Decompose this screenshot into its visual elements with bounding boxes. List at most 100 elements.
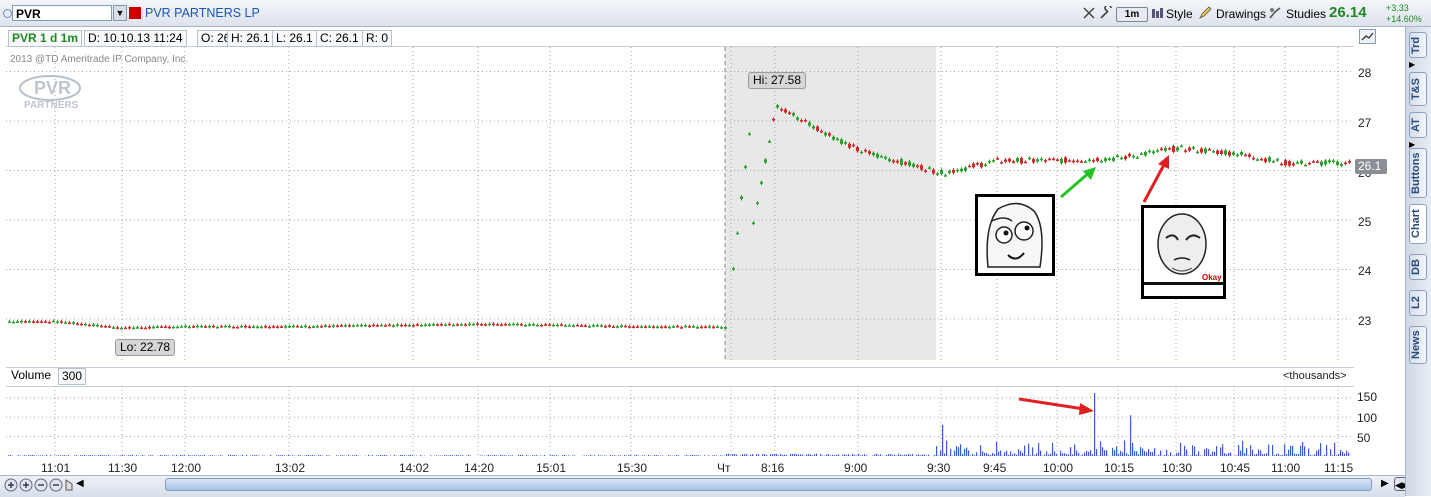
tab-buttons[interactable]: Buttons	[1409, 148, 1427, 198]
price-tick: 23	[1358, 314, 1371, 328]
drawings-button[interactable]: Drawings	[1212, 5, 1270, 24]
tab-ts[interactable]: T&S	[1409, 72, 1427, 106]
low-label: Lo: 22.78	[115, 339, 175, 356]
wrench-icon[interactable]	[1099, 6, 1113, 20]
chart-settings-icon[interactable]	[1359, 29, 1376, 44]
side-arrow-icon[interactable]: ▶	[1409, 60, 1415, 69]
time-tick: 11:00	[1271, 461, 1300, 475]
candle	[1224, 150, 1227, 154]
volume-bar	[130, 455, 131, 456]
volume-bar	[1196, 455, 1197, 456]
volume-bar	[1278, 454, 1279, 456]
tab-at[interactable]: AT	[1409, 112, 1427, 138]
volume-bar	[676, 455, 677, 456]
tab-chart[interactable]: Chart	[1409, 204, 1427, 244]
settings-scissors-icon[interactable]	[1082, 6, 1096, 20]
candle	[112, 327, 115, 329]
candle	[1232, 152, 1235, 154]
tab-trd[interactable]: Trd	[1409, 32, 1427, 58]
volume-bar	[500, 455, 501, 456]
volume-bar	[1256, 454, 1257, 456]
candle	[484, 324, 487, 326]
scroll-thumb[interactable]	[165, 478, 1372, 491]
volume-bar	[712, 455, 713, 456]
candle	[580, 325, 583, 327]
volume-length[interactable]: 300	[58, 368, 86, 385]
volume-bar	[306, 455, 307, 456]
candle	[204, 326, 207, 328]
volume-bar	[554, 455, 555, 456]
volume-bar	[1142, 448, 1143, 456]
link-dot-icon[interactable]	[3, 9, 12, 18]
volume-bar	[82, 455, 83, 456]
volume-bar	[1224, 453, 1225, 456]
zoom-controls[interactable]	[4, 478, 74, 495]
candle	[1284, 160, 1287, 165]
scroll-right-icon[interactable]: ▶	[1381, 478, 1389, 489]
volume-bar	[1078, 453, 1079, 456]
volume-bar	[1006, 451, 1007, 456]
style-button[interactable]: Style	[1162, 5, 1197, 24]
scroll-left-icon[interactable]: ◀	[76, 478, 84, 489]
volume-header	[6, 367, 1354, 387]
candle	[1124, 156, 1127, 159]
volume-bar	[1254, 455, 1255, 456]
candle	[772, 119, 775, 121]
volume-bar	[794, 454, 795, 456]
candle	[824, 133, 827, 136]
symbol-input[interactable]: PVR	[12, 5, 112, 21]
volume-bar	[1024, 446, 1025, 456]
interval-button[interactable]: 1m	[1116, 7, 1148, 22]
candle	[328, 326, 331, 328]
volume-bar	[746, 454, 747, 456]
volume-bar	[822, 455, 823, 456]
volume-bar	[1020, 451, 1021, 456]
candle	[1136, 157, 1139, 159]
candle	[1348, 161, 1351, 163]
flag-icon[interactable]	[129, 7, 141, 19]
volume-bar	[1190, 455, 1191, 456]
studies-button[interactable]: Studies	[1282, 5, 1330, 24]
volume-label[interactable]: Volume	[8, 368, 54, 383]
volume-bar	[1052, 443, 1053, 456]
volume-bar	[1016, 455, 1017, 456]
volume-bar	[210, 455, 211, 456]
price-chart[interactable]	[6, 47, 1354, 360]
time-tick: 9:30	[927, 461, 950, 475]
volume-bar	[1244, 453, 1245, 456]
volume-bar	[88, 455, 89, 456]
candle	[640, 326, 643, 328]
candle	[312, 326, 315, 328]
candle	[252, 326, 255, 328]
candle	[924, 171, 927, 173]
volume-bar	[1040, 451, 1041, 456]
candle	[1212, 151, 1215, 153]
volume-bar	[1228, 453, 1229, 456]
volume-bar	[1344, 454, 1345, 456]
volume-bar	[854, 455, 855, 456]
volume-chart[interactable]	[6, 386, 1354, 458]
chart-title[interactable]: PVR 1 d 1m	[8, 30, 82, 47]
tab-news[interactable]: News	[1409, 326, 1427, 364]
candle	[648, 326, 651, 328]
volume-bar	[30, 455, 31, 456]
tab-l2[interactable]: L2	[1409, 290, 1427, 316]
candle	[1180, 146, 1183, 148]
volume-bar	[232, 455, 233, 456]
rage-face-image	[975, 194, 1055, 276]
candle	[1272, 161, 1275, 163]
volume-bar	[92, 455, 93, 456]
volume-bar	[772, 454, 773, 456]
volume-bar	[1170, 452, 1171, 456]
tab-db[interactable]: DB	[1409, 254, 1427, 280]
volume-bar	[526, 455, 527, 456]
volume-bar	[410, 455, 411, 456]
candle	[1092, 160, 1095, 162]
studies-icon[interactable]	[1268, 6, 1282, 20]
volume-bar	[122, 455, 123, 456]
candle	[1320, 162, 1323, 166]
symbol-dropdown-icon[interactable]: ▼	[113, 5, 127, 21]
pencil-icon[interactable]	[1198, 6, 1212, 20]
volume-bar	[1198, 451, 1199, 456]
volume-bar	[716, 455, 717, 456]
